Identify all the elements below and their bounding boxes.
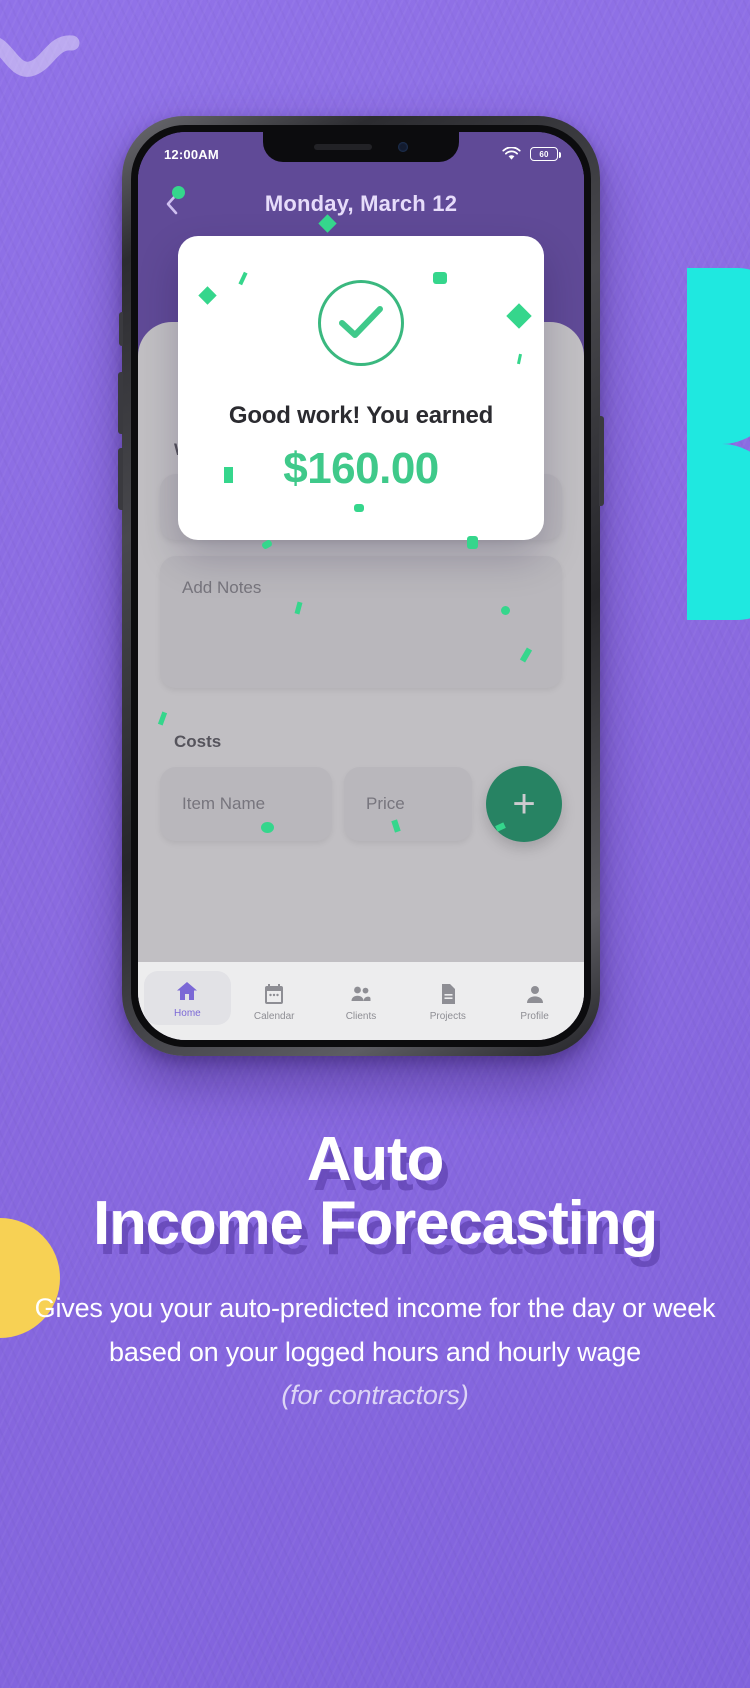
nav-item-calendar[interactable]: Calendar (231, 974, 318, 1022)
success-modal: Good work! You earned $160.00 (178, 236, 544, 540)
phone-notch (263, 132, 459, 162)
phone-volume-down-button (118, 448, 123, 510)
nav-label: Home (174, 1008, 201, 1019)
people-icon (351, 986, 371, 1001)
cyan-bracket-shape (687, 268, 750, 620)
bottom-navigation: Home Calendar Clients Projects Profile (138, 962, 584, 1040)
nav-item-home[interactable]: Home (144, 971, 231, 1025)
phone-silent-switch (119, 312, 123, 346)
headline-line-2: Income Forecasting (92, 1189, 658, 1259)
battery-level: 60 (539, 149, 549, 159)
nav-label: Profile (520, 1011, 549, 1022)
headline: Auto Income Forecasting (0, 1125, 750, 1259)
headline-line-1: Auto (306, 1125, 445, 1194)
confetti-particle (433, 272, 447, 284)
confetti-particle (261, 822, 274, 833)
caption-body-italic: (for contractors) (281, 1380, 469, 1411)
header-nav-row: Monday, March 12 (138, 178, 584, 230)
phone-mockup: 12:00AM 60 Monday, March 12 Add Notes Co… (118, 116, 604, 1056)
phone-screen: 12:00AM 60 Monday, March 12 Add Notes Co… (138, 132, 584, 1040)
phone-power-button (599, 416, 604, 506)
check-circle-icon (318, 280, 404, 366)
calendar-icon (265, 984, 284, 1004)
person-icon (526, 986, 543, 1003)
nav-item-clients[interactable]: Clients (318, 974, 405, 1022)
nav-label: Projects (429, 1011, 466, 1022)
nav-item-profile[interactable]: Profile (491, 974, 578, 1022)
nav-item-projects[interactable]: Projects (404, 974, 491, 1022)
confetti-particle (354, 504, 364, 512)
confetti-particle (224, 467, 233, 483)
phone-volume-up-button (118, 372, 123, 434)
wifi-icon (502, 147, 521, 160)
caption-block: Auto Income Forecasting Gives you your a… (0, 1125, 750, 1418)
phone-bezel: 12:00AM 60 Monday, March 12 Add Notes Co… (131, 125, 591, 1047)
front-camera (398, 142, 408, 152)
status-time: 12:00AM (164, 146, 219, 162)
nav-label: Calendar (253, 1011, 295, 1022)
home-icon (177, 982, 198, 1000)
document-icon (441, 984, 455, 1004)
caption-body: Gives you your auto-predicted income for… (0, 1287, 750, 1418)
wave-squiggle-icon (0, 35, 80, 77)
success-title: Good work! You earned (228, 402, 494, 429)
page-title: Monday, March 12 (264, 191, 458, 216)
caption-body-text: Gives you your auto-predicted income for… (34, 1292, 716, 1367)
confetti-particle (501, 606, 510, 615)
earpiece-speaker (314, 144, 372, 150)
nav-label: Clients (345, 1011, 377, 1022)
battery-indicator: 60 (530, 147, 562, 161)
confetti-particle (467, 536, 478, 549)
confetti-particle (172, 186, 185, 199)
